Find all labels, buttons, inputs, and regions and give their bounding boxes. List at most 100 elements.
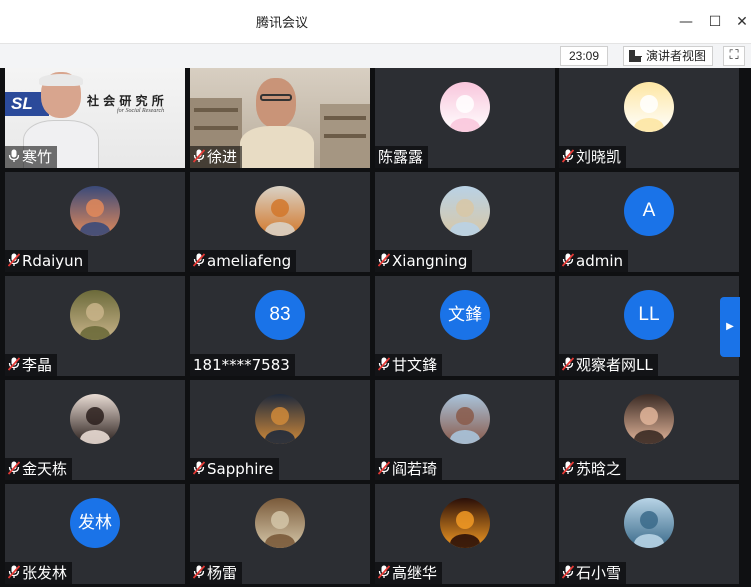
- participant-name-tag: 张发林: [5, 562, 73, 584]
- maximize-button[interactable]: ☐: [704, 12, 726, 32]
- participant-name-tag: ameliafeng: [190, 250, 297, 272]
- participant-name: admin: [576, 252, 623, 270]
- participant-name: 刘晓凯: [576, 148, 622, 166]
- participant-name: 甘文鋒: [392, 356, 438, 374]
- participant-avatar: A: [624, 186, 674, 236]
- participant-name-tag: Xiangning: [375, 250, 473, 272]
- participant-name-tag: 徐进: [190, 146, 243, 168]
- cartoon-sheep-icon: [624, 82, 674, 132]
- fox-photo-icon: [255, 186, 305, 236]
- mic-muted-icon: [193, 565, 205, 579]
- participant-name-tag: 金天栋: [5, 458, 73, 480]
- institute-banner-text: 社 会 研 究 所: [87, 94, 164, 108]
- participant-tile[interactable]: 苏晗之: [559, 380, 739, 480]
- participant-tile[interactable]: 徐进: [190, 68, 370, 168]
- meeting-timer: 23:09: [560, 46, 608, 66]
- participant-name: Sapphire: [207, 460, 274, 478]
- participant-name-tag: admin: [559, 250, 628, 272]
- mic-muted-icon: [378, 253, 390, 267]
- mic-muted-icon: [562, 149, 574, 163]
- participant-name-tag: 陈露露: [375, 146, 429, 168]
- participant-tile[interactable]: 刘晓凯: [559, 68, 739, 168]
- participant-tile[interactable]: 杨雷: [190, 484, 370, 584]
- participant-name: Xiangning: [392, 252, 468, 270]
- participant-name: 金天栋: [22, 460, 68, 478]
- participant-name-tag: 181****7583: [190, 354, 295, 376]
- participant-tile[interactable]: ameliafeng: [190, 172, 370, 272]
- participant-tile[interactable]: 文鋒 甘文鋒: [375, 276, 555, 376]
- participant-name: ameliafeng: [207, 252, 292, 270]
- participant-name: 徐进: [207, 148, 238, 166]
- mic-muted-icon: [8, 253, 20, 267]
- participant-tile[interactable]: 阎若琦: [375, 380, 555, 480]
- blue-painting-icon: [624, 498, 674, 548]
- mic-muted-icon: [378, 565, 390, 579]
- institute-banner-subtext: for Social Research: [117, 108, 165, 114]
- mic-muted-icon: [562, 357, 574, 371]
- participant-name: Rdaiyun: [22, 252, 84, 270]
- participant-grid: SL 社 会 研 究 所 for Social Research 寒竹 徐进 陈露露 刘晓凯…: [0, 68, 751, 587]
- participant-name: 陈露露: [378, 148, 424, 166]
- participant-name: 李晶: [22, 356, 53, 374]
- mic-muted-icon: [378, 461, 390, 475]
- mic-muted-icon: [562, 565, 574, 579]
- sunset-photo-icon: [70, 186, 120, 236]
- participant-tile[interactable]: 李晶: [5, 276, 185, 376]
- participant-name-tag: 刘晓凯: [559, 146, 627, 168]
- mic-muted-icon: [193, 461, 205, 475]
- participant-avatar: 发林: [70, 498, 120, 548]
- speaker-view-button[interactable]: 演讲者视图: [623, 46, 713, 66]
- speaker-view-icon: [629, 50, 642, 62]
- participant-name-tag: 观察者网LL: [559, 354, 658, 376]
- minimize-button[interactable]: —: [675, 12, 697, 32]
- fullscreen-button[interactable]: ⛶: [723, 46, 745, 66]
- participant-tile[interactable]: 发林 张发林: [5, 484, 185, 584]
- next-page-arrow-icon[interactable]: ▶: [720, 297, 740, 357]
- mic-muted-icon: [378, 357, 390, 371]
- participant-name-tag: 李晶: [5, 354, 58, 376]
- woman-portrait-icon: [70, 394, 120, 444]
- participant-tile[interactable]: 金天栋: [5, 380, 185, 480]
- participant-tile[interactable]: Rdaiyun: [5, 172, 185, 272]
- participant-name: 张发林: [22, 564, 68, 582]
- participant-name-tag: Sapphire: [190, 458, 279, 480]
- participant-tile[interactable]: 高继华: [375, 484, 555, 584]
- participant-name: 苏晗之: [576, 460, 622, 478]
- woman-flowers-photo-icon: [70, 290, 120, 340]
- meeting-toolbar: 23:09 演讲者视图 ⛶: [0, 43, 751, 68]
- participant-avatar: 文鋒: [440, 290, 490, 340]
- participant-name-tag: 高继华: [375, 562, 443, 584]
- night-street-photo-icon: [255, 394, 305, 444]
- participant-name-tag: 阎若琦: [375, 458, 443, 480]
- participant-name-tag: 苏晗之: [559, 458, 627, 480]
- mic-muted-icon: [193, 253, 205, 267]
- participant-name: 石小雪: [576, 564, 622, 582]
- participant-name-tag: 甘文鋒: [375, 354, 443, 376]
- mic-muted-icon: [193, 149, 205, 163]
- participant-name-tag: 杨雷: [190, 562, 243, 584]
- participant-name-tag: 石小雪: [559, 562, 627, 584]
- participant-name: 181****7583: [193, 356, 290, 374]
- participant-tile[interactable]: LL 观察者网LL: [559, 276, 739, 376]
- participant-name-tag: Rdaiyun: [5, 250, 89, 272]
- participant-tile[interactable]: Aadmin: [559, 172, 739, 272]
- mic-muted-icon: [8, 357, 20, 371]
- participant-tile[interactable]: 石小雪: [559, 484, 739, 584]
- close-button[interactable]: ✕: [731, 12, 751, 32]
- participant-name: 寒竹: [22, 148, 53, 166]
- participant-tile[interactable]: Sapphire: [190, 380, 370, 480]
- speaker-view-label: 演讲者视图: [646, 49, 707, 63]
- participant-avatar: LL: [624, 290, 674, 340]
- participant-tile[interactable]: 83 181****7583: [190, 276, 370, 376]
- girl-scenery-photo-icon: [440, 394, 490, 444]
- participant-name: 杨雷: [207, 564, 238, 582]
- participant-tile[interactable]: Xiangning: [375, 172, 555, 272]
- cartoon-bunny-icon: [440, 82, 490, 132]
- participant-name-tag: 寒竹: [5, 146, 58, 168]
- participant-name: 高继华: [392, 564, 438, 582]
- participant-name: 观察者网LL: [576, 356, 653, 374]
- window-title: 腾讯会议: [255, 16, 308, 31]
- child-portrait-icon: [624, 394, 674, 444]
- participant-tile[interactable]: SL 社 会 研 究 所 for Social Research 寒竹: [5, 68, 185, 168]
- participant-tile[interactable]: 陈露露: [375, 68, 555, 168]
